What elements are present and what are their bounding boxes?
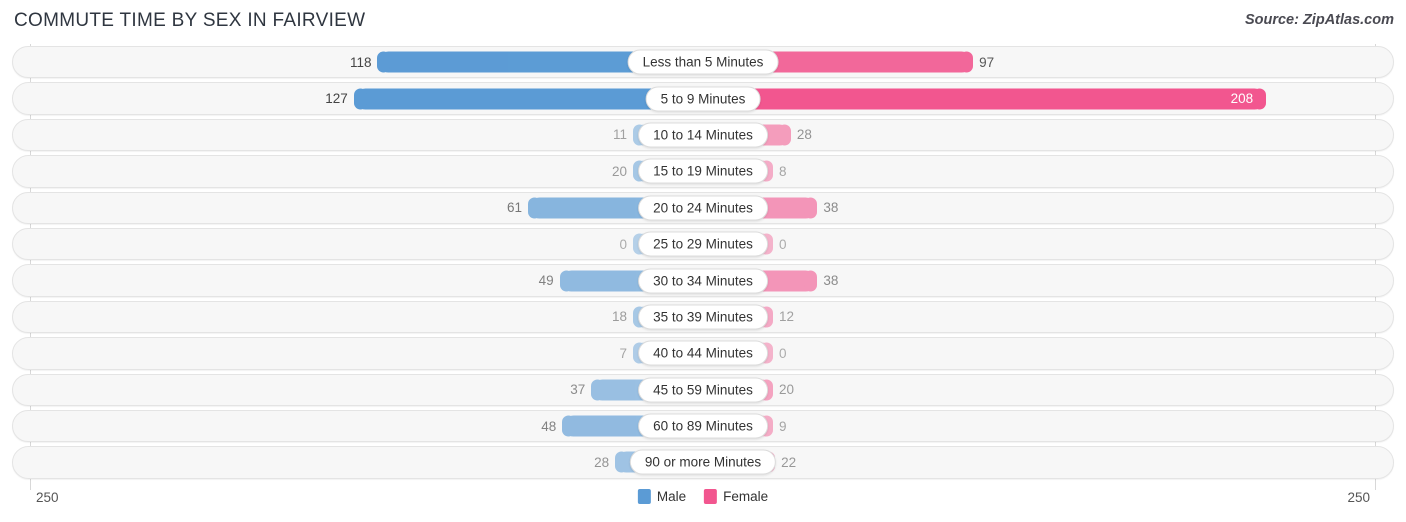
- bar-value-male: 48: [541, 418, 557, 434]
- chart-legend: Male Female: [637, 489, 768, 504]
- bar-cap: [804, 270, 818, 292]
- row-track: 28 22 90 or more Minutes: [12, 446, 1394, 479]
- bar-value-female: 9: [779, 418, 787, 434]
- category-label: 20 to 24 Minutes: [638, 195, 768, 221]
- bar-value-female: 22: [781, 454, 797, 470]
- bar-rows: 118 97 Less than 5 Minutes 127 208 5 to 9 Min…: [0, 44, 1406, 481]
- bar-value-female: 12: [779, 309, 795, 325]
- legend-item[interactable]: Female: [704, 489, 768, 504]
- bar-cap: [960, 51, 974, 73]
- category-label: 25 to 29 Minutes: [638, 231, 768, 257]
- bar-row: 7 0 40 to 44 Minutes: [0, 335, 1406, 371]
- bar-value-female: 20: [779, 382, 795, 398]
- row-track: 7 0 40 to 44 Minutes: [12, 337, 1394, 370]
- category-label: 10 to 14 Minutes: [638, 122, 768, 148]
- bar-row: 49 38 30 to 34 Minutes: [0, 262, 1406, 298]
- bar-cap: [591, 379, 605, 401]
- bar-female[interactable]: 208: [716, 88, 1267, 110]
- bar-cap: [615, 451, 629, 473]
- legend-item[interactable]: Male: [637, 489, 687, 504]
- bar-value-male: 20: [611, 163, 627, 179]
- bar-value-female: 97: [979, 54, 995, 70]
- category-label: 15 to 19 Minutes: [638, 158, 768, 184]
- axis-max-right: 250: [1347, 490, 1370, 505]
- bar-value-male: 37: [570, 382, 586, 398]
- bar-cap: [777, 124, 791, 146]
- bar-row: 61 38 20 to 24 Minutes: [0, 190, 1406, 226]
- category-label: 90 or more Minutes: [629, 449, 777, 475]
- legend-label: Male: [656, 489, 687, 504]
- row-track: 49 38 30 to 34 Minutes: [12, 264, 1394, 297]
- bar-value-male: 11: [612, 127, 627, 143]
- bar-value-female: 38: [823, 200, 839, 216]
- bar-value-female: 208: [1230, 91, 1254, 107]
- row-track: 61 38 20 to 24 Minutes: [12, 191, 1394, 224]
- bar-value-female: 28: [796, 127, 812, 143]
- bar-value-male: 7: [619, 345, 627, 361]
- bar-male[interactable]: 127: [325, 88, 690, 110]
- category-label: 60 to 89 Minutes: [638, 413, 768, 439]
- bar-row: 20 8 15 to 19 Minutes: [0, 153, 1406, 189]
- bar-row: 11 28 10 to 14 Minutes: [0, 117, 1406, 153]
- bar-value-male: 0: [619, 236, 627, 252]
- category-label: 40 to 44 Minutes: [638, 340, 768, 366]
- bar-row: 0 0 25 to 29 Minutes: [0, 226, 1406, 262]
- category-label: Less than 5 Minutes: [627, 49, 779, 75]
- bar-value-male: 127: [325, 91, 348, 107]
- bar-row: 127 208 5 to 9 Minutes: [0, 80, 1406, 116]
- bar-cap: [804, 197, 818, 219]
- axis-max-left: 250: [36, 490, 59, 505]
- bar-value-female: 38: [823, 273, 839, 289]
- bar-value-female: 8: [779, 163, 787, 179]
- legend-label: Female: [723, 489, 769, 504]
- row-track: 11 28 10 to 14 Minutes: [12, 118, 1394, 152]
- legend-swatch: [704, 489, 718, 504]
- bar-row: 37 20 45 to 59 Minutes: [0, 372, 1406, 408]
- source-attribution: Source: ZipAtlas.com: [1244, 12, 1394, 28]
- bar-cap: [527, 197, 541, 219]
- category-label: 45 to 59 Minutes: [638, 377, 768, 403]
- chart-header: COMMUTE TIME BY SEX IN FAIRVIEW Source: …: [0, 0, 1406, 44]
- plot-area: 118 97 Less than 5 Minutes 127 208 5 to 9 Min…: [0, 44, 1406, 490]
- bar-value-male: 28: [594, 454, 610, 470]
- bar-value-male: 61: [506, 200, 522, 216]
- row-track: 20 8 15 to 19 Minutes: [12, 155, 1394, 188]
- bar-value-female: 0: [779, 345, 787, 361]
- commute-time-bar-chart: COMMUTE TIME BY SEX IN FAIRVIEW Source: …: [0, 0, 1406, 522]
- category-label: 30 to 34 Minutes: [638, 268, 768, 294]
- bar-row: 28 22 90 or more Minutes: [0, 444, 1406, 480]
- row-track: 0 0 25 to 29 Minutes: [12, 227, 1394, 261]
- bar-value-male: 49: [538, 273, 554, 289]
- row-track: 118 97 Less than 5 Minutes: [12, 46, 1394, 79]
- bar-value-male: 18: [611, 309, 627, 325]
- legend-swatch: [637, 489, 651, 504]
- category-label: 35 to 39 Minutes: [638, 304, 768, 330]
- bar-cap: [1253, 88, 1267, 110]
- bar-cap: [353, 88, 367, 110]
- row-track: 37 20 45 to 59 Minutes: [12, 373, 1394, 406]
- bar-value-female: 0: [779, 236, 787, 252]
- row-track: 127 208 5 to 9 Minutes: [12, 82, 1394, 115]
- bar-row: 118 97 Less than 5 Minutes: [0, 44, 1406, 80]
- chart-footer: 250 250 Male Female: [0, 484, 1406, 522]
- bar-value-male: 118: [349, 54, 372, 70]
- bar-cap: [562, 415, 576, 437]
- bar-cap: [377, 51, 391, 73]
- page-title: COMMUTE TIME BY SEX IN FAIRVIEW: [14, 10, 366, 31]
- row-track: 18 12 35 to 39 Minutes: [12, 300, 1394, 334]
- bar-row: 18 12 35 to 39 Minutes: [0, 299, 1406, 335]
- bar-row: 48 9 60 to 89 Minutes: [0, 408, 1406, 444]
- category-label: 5 to 9 Minutes: [645, 86, 761, 112]
- bar-cap: [559, 270, 573, 292]
- row-track: 48 9 60 to 89 Minutes: [12, 409, 1394, 443]
